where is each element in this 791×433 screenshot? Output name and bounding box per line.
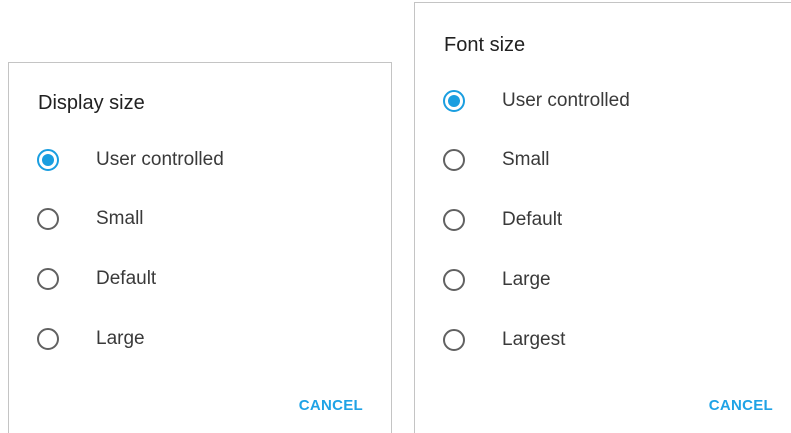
option-label: Large [96, 328, 145, 349]
option-label: Largest [502, 329, 566, 350]
font-option-large[interactable]: Large [443, 260, 551, 300]
font-option-largest[interactable]: Largest [443, 320, 565, 360]
option-label: User controlled [96, 149, 224, 170]
radio-checked-icon[interactable] [37, 149, 59, 171]
option-label: User controlled [502, 90, 630, 111]
font-cancel-button[interactable]: CANCEL [709, 397, 773, 414]
radio-unchecked-icon[interactable] [443, 149, 465, 171]
screen: Display size User controlled Small Defau… [0, 0, 791, 433]
font-size-dialog: Font size User controlled Small Default … [414, 2, 791, 433]
display-size-dialog: Display size User controlled Small Defau… [8, 62, 392, 433]
radio-checked-icon[interactable] [443, 90, 465, 112]
radio-unchecked-icon[interactable] [37, 328, 59, 350]
radio-unchecked-icon[interactable] [443, 269, 465, 291]
option-label: Small [502, 149, 550, 170]
option-label: Small [96, 208, 144, 229]
font-option-default[interactable]: Default [443, 200, 562, 240]
font-size-title: Font size [444, 34, 526, 56]
display-option-small[interactable]: Small [37, 199, 144, 239]
display-cancel-button[interactable]: CANCEL [299, 397, 363, 414]
font-option-small[interactable]: Small [443, 140, 550, 180]
option-label: Large [502, 269, 551, 290]
radio-unchecked-icon[interactable] [443, 209, 465, 231]
font-option-user-controlled[interactable]: User controlled [443, 81, 630, 121]
radio-unchecked-icon[interactable] [443, 329, 465, 351]
display-option-user-controlled[interactable]: User controlled [37, 140, 224, 180]
display-option-large[interactable]: Large [37, 319, 145, 359]
display-size-title: Display size [38, 92, 145, 114]
radio-unchecked-icon[interactable] [37, 268, 59, 290]
radio-unchecked-icon[interactable] [37, 208, 59, 230]
option-label: Default [502, 209, 563, 230]
display-option-default[interactable]: Default [37, 259, 156, 299]
option-label: Default [96, 268, 157, 289]
